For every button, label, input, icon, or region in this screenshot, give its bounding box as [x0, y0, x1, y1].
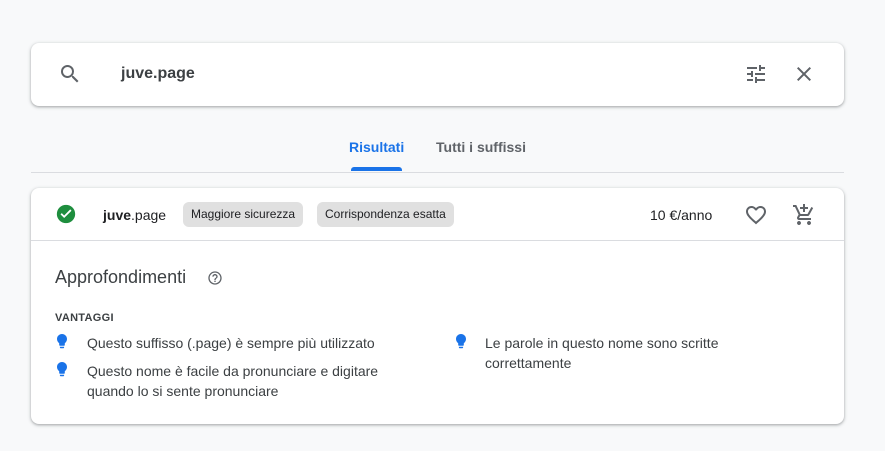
- active-tab-indicator: [351, 167, 402, 171]
- domain-tld: .page: [131, 207, 167, 223]
- domain-sld: juve: [103, 207, 132, 223]
- domain-result-card: juve.page Maggiore sicurezza Corrisponde…: [31, 188, 844, 424]
- add-to-cart-icon[interactable]: [792, 203, 816, 227]
- check-circle-icon: [55, 203, 77, 225]
- close-icon[interactable]: [792, 62, 816, 86]
- benefit-item: Le parole in questo nome sono scritte co…: [485, 335, 719, 371]
- insights-title: Approfondimenti: [55, 267, 187, 287]
- lightbulb-icon: [55, 361, 69, 379]
- search-input[interactable]: juve.page: [121, 63, 195, 85]
- lightbulb-icon: [454, 333, 468, 351]
- domain-price: 10 €/anno: [650, 207, 713, 223]
- help-icon[interactable]: [207, 270, 223, 286]
- results-tabs: Risultati Tutti i suffissi: [31, 130, 844, 173]
- heart-icon[interactable]: [744, 203, 768, 227]
- benefit-item: Questo nome è facile da pronunciare e di…: [87, 363, 379, 399]
- chip-more-security: Maggiore sicurezza: [183, 202, 304, 227]
- benefit-item: Questo suffisso (.page) è sempre più uti…: [87, 335, 375, 351]
- tab-all-suffixes[interactable]: Tutti i suffissi: [436, 138, 526, 156]
- search-bar: juve.page: [31, 43, 844, 106]
- advantages-label: VANTAGGI: [55, 312, 114, 324]
- lightbulb-icon: [55, 333, 69, 351]
- search-icon[interactable]: [58, 62, 82, 86]
- tab-results[interactable]: Risultati: [349, 138, 404, 156]
- tune-icon[interactable]: [744, 62, 768, 86]
- domain-result-row[interactable]: juve.page Maggiore sicurezza Corrisponde…: [31, 188, 844, 241]
- chip-exact-match: Corrispondenza esatta: [317, 202, 454, 227]
- domain-name: juve.page: [103, 206, 166, 224]
